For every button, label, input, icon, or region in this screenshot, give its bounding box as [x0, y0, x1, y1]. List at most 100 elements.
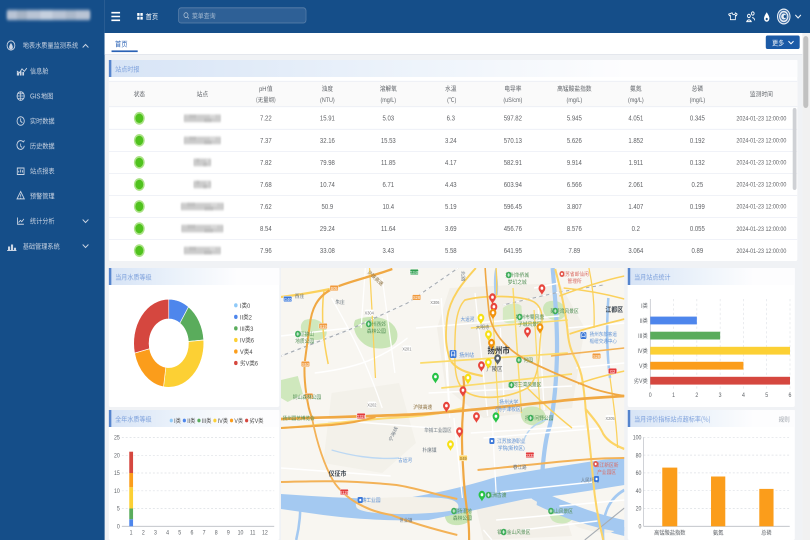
- svg-text:5.58: 5.58: [445, 248, 457, 256]
- svg-text:8.54: 8.54: [260, 226, 272, 234]
- svg-text:(mg/L): (mg/L): [567, 98, 583, 104]
- svg-text:79.98: 79.98: [320, 159, 335, 167]
- svg-text:0.2: 0.2: [632, 226, 641, 234]
- svg-text:5.03: 5.03: [383, 115, 395, 123]
- svg-text:(mg/L): (mg/L): [690, 98, 706, 104]
- svg-text:2024-01-23 12:00:00: 2024-01-23 12:00:00: [737, 226, 788, 232]
- svg-text:6: 6: [255, 360, 259, 368]
- svg-text:7.82: 7.82: [260, 159, 272, 167]
- svg-text:3: 3: [719, 393, 722, 399]
- svg-text:10.4: 10.4: [383, 203, 395, 211]
- svg-text:2.061: 2.061: [629, 181, 644, 189]
- svg-text:0: 0: [639, 524, 642, 530]
- svg-text:3.69: 3.69: [445, 226, 457, 234]
- svg-text:V: V: [246, 360, 251, 368]
- svg-text:5: 5: [178, 530, 181, 536]
- svg-text:15.53: 15.53: [381, 137, 396, 145]
- svg-text:7.37: 7.37: [260, 137, 272, 145]
- svg-text:III: III: [240, 325, 245, 333]
- svg-text:I: I: [641, 303, 643, 309]
- svg-text:10: 10: [238, 530, 244, 536]
- svg-text:7.68: 7.68: [260, 181, 272, 189]
- svg-text:X201: X201: [402, 346, 412, 351]
- svg-text:2024-01-23 12:00:00: 2024-01-23 12:00:00: [737, 249, 788, 255]
- svg-text:X202: X202: [367, 402, 377, 407]
- svg-text:11: 11: [250, 530, 255, 536]
- svg-text:4.051: 4.051: [629, 115, 644, 123]
- svg-text:2024-01-23 12:00:00: 2024-01-23 12:00:00: [737, 116, 788, 122]
- svg-text:5.19: 5.19: [445, 203, 457, 211]
- svg-text:6: 6: [251, 337, 255, 345]
- svg-text:2: 2: [142, 530, 145, 536]
- svg-text:1.407: 1.407: [629, 203, 644, 211]
- svg-text:0.25: 0.25: [692, 181, 704, 189]
- svg-text:2: 2: [696, 393, 699, 399]
- svg-text:5.945: 5.945: [567, 115, 582, 123]
- svg-text:7.62: 7.62: [260, 203, 272, 211]
- svg-text:IV: IV: [218, 418, 223, 424]
- svg-text:0: 0: [649, 393, 652, 399]
- svg-text:V: V: [639, 364, 643, 370]
- svg-text:I: I: [240, 302, 242, 310]
- svg-text:7.22: 7.22: [260, 115, 272, 123]
- svg-text:V: V: [235, 418, 239, 424]
- svg-text:(uS/cm): (uS/cm): [504, 98, 523, 104]
- svg-text:80: 80: [636, 452, 642, 458]
- svg-text:6: 6: [191, 530, 194, 536]
- svg-text:(NTU): (NTU): [320, 98, 335, 104]
- svg-text:456.76: 456.76: [504, 226, 523, 234]
- svg-text:V: V: [639, 379, 643, 385]
- svg-text:S28: S28: [413, 295, 420, 300]
- svg-text:7.96: 7.96: [260, 248, 272, 256]
- svg-text:(: (: [507, 446, 509, 452]
- svg-text:12: 12: [262, 530, 268, 536]
- svg-text:6.566: 6.566: [567, 181, 582, 189]
- svg-text:570.13: 570.13: [504, 137, 523, 145]
- svg-text:2024-01-23 12:00:00: 2024-01-23 12:00:00: [737, 160, 788, 166]
- svg-text:IV: IV: [240, 337, 246, 345]
- svg-text:G40: G40: [284, 296, 292, 301]
- svg-text:GIS: GIS: [30, 93, 41, 101]
- svg-text:): ): [521, 407, 523, 413]
- svg-text:0: 0: [117, 524, 120, 530]
- svg-text:(mg/L): (mg/L): [381, 98, 397, 104]
- svg-text:2: 2: [249, 314, 253, 322]
- svg-text:5.626: 5.626: [567, 137, 582, 145]
- svg-text:0.345: 0.345: [690, 115, 705, 123]
- svg-text:582.91: 582.91: [504, 159, 523, 167]
- svg-text:III: III: [202, 418, 207, 424]
- svg-text:G2: G2: [610, 368, 616, 373]
- svg-text:32.16: 32.16: [320, 137, 335, 145]
- svg-text:G328: G328: [356, 413, 366, 418]
- svg-text:10: 10: [114, 488, 120, 494]
- svg-text:3: 3: [154, 530, 157, 536]
- svg-text:20: 20: [114, 453, 120, 459]
- svg-text:4.17: 4.17: [445, 159, 457, 167]
- svg-text:7.89: 7.89: [569, 248, 581, 256]
- svg-text:33.08: 33.08: [320, 248, 335, 256]
- svg-text:0.055: 0.055: [690, 226, 705, 234]
- svg-text:S28: S28: [593, 353, 600, 358]
- svg-text:603.94: 603.94: [504, 181, 523, 189]
- svg-text:1: 1: [130, 530, 133, 536]
- svg-text:(: (: [495, 407, 497, 413]
- svg-text:0.199: 0.199: [690, 203, 705, 211]
- svg-text:0.89: 0.89: [692, 248, 704, 256]
- svg-text:II: II: [640, 319, 643, 325]
- svg-text:11.64: 11.64: [381, 226, 396, 234]
- svg-text:5: 5: [117, 506, 120, 512]
- svg-text:2024-01-23 12:00:00: 2024-01-23 12:00:00: [737, 138, 788, 144]
- svg-text:11.85: 11.85: [381, 159, 396, 167]
- svg-text:641.95: 641.95: [504, 248, 523, 256]
- svg-text:596.45: 596.45: [504, 203, 523, 211]
- svg-text:II: II: [187, 418, 190, 424]
- svg-text:I: I: [174, 418, 176, 424]
- svg-text:5: 5: [766, 393, 769, 399]
- svg-text:S53: S53: [302, 361, 309, 366]
- svg-text:597.82: 597.82: [504, 115, 523, 123]
- svg-text:9.914: 9.914: [567, 159, 582, 167]
- svg-text:III: III: [638, 334, 643, 340]
- svg-text:15: 15: [114, 470, 120, 476]
- svg-text:4.43: 4.43: [445, 181, 457, 189]
- svg-text:0.192: 0.192: [690, 137, 705, 145]
